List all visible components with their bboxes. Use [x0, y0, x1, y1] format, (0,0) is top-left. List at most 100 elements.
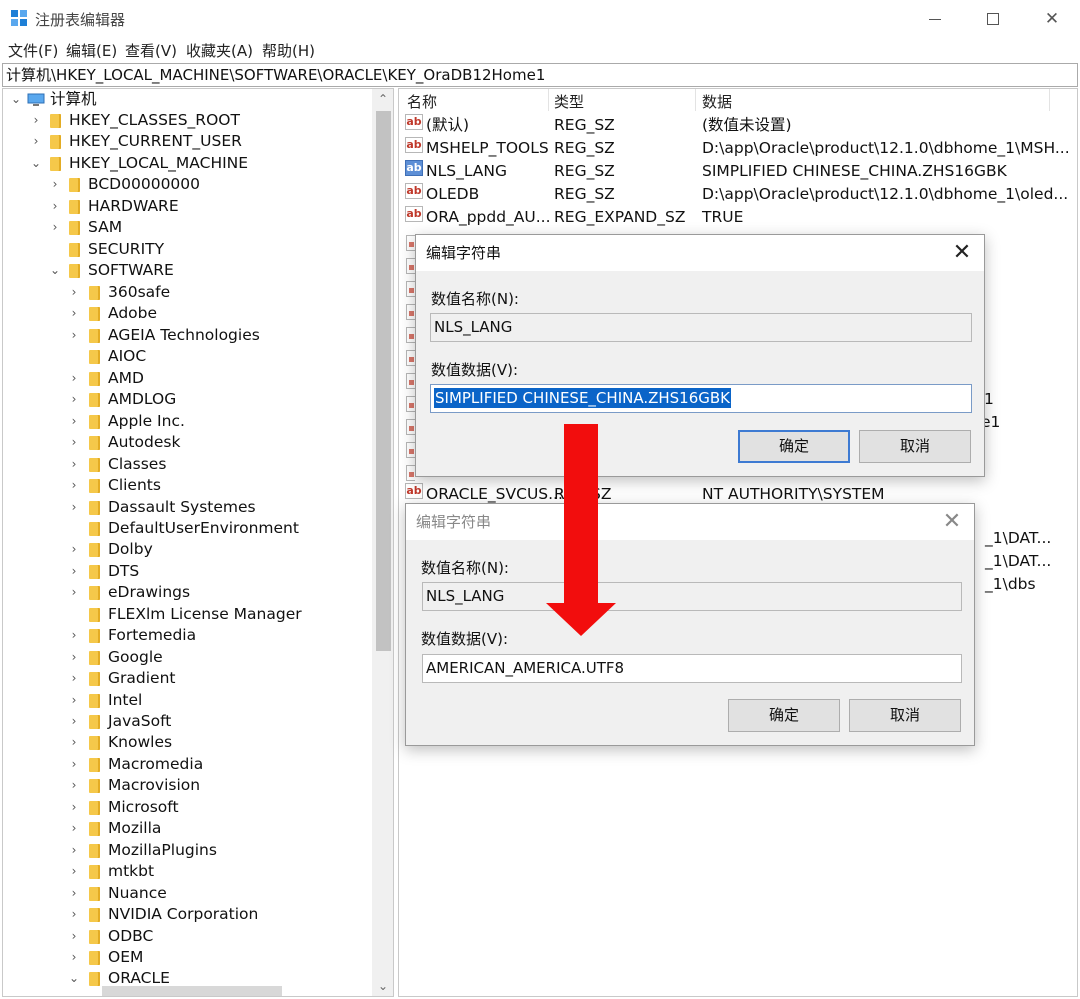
chevron-right-icon[interactable]: ›	[67, 861, 81, 882]
column-header-name[interactable]: 名称	[407, 91, 437, 112]
folder-icon	[89, 501, 100, 515]
chevron-down-icon[interactable]: ⌄	[29, 153, 43, 174]
value-row[interactable]: ab (默认) REG_SZ (数值未设置)	[399, 114, 1077, 137]
value-type: REG_SZ	[554, 116, 615, 134]
tree-pane[interactable]: ⌄ 计算机 › HKEY_CLASSES_ROOT › HKEY_CURRENT…	[2, 88, 394, 997]
chevron-right-icon[interactable]: ›	[29, 131, 43, 152]
folder-icon	[69, 200, 80, 214]
value-row[interactable]: ab ORA_ppdd_AU... REG_EXPAND_SZ TRUE	[399, 206, 1077, 229]
chevron-right-icon[interactable]: ›	[67, 411, 81, 432]
string-value-icon	[406, 350, 415, 366]
chevron-right-icon[interactable]: ›	[67, 497, 81, 518]
cancel-button[interactable]: 取消	[859, 430, 971, 463]
chevron-right-icon[interactable]: ›	[67, 711, 81, 732]
tree-label: DTS	[108, 562, 140, 580]
selected-text: SIMPLIFIED CHINESE_CHINA.ZHS16GBK	[434, 388, 732, 408]
menu-help[interactable]: 帮助(H)	[262, 40, 315, 61]
chevron-right-icon[interactable]: ›	[48, 174, 62, 195]
scrollbar-thumb[interactable]	[376, 111, 391, 651]
chevron-right-icon[interactable]: ›	[67, 561, 81, 582]
chevron-right-icon[interactable]: ›	[67, 797, 81, 818]
chevron-down-icon[interactable]: ⌄	[9, 89, 23, 110]
column-divider[interactable]	[548, 89, 549, 111]
value-data-input[interactable]: AMERICAN_AMERICA.UTF8	[422, 654, 962, 683]
dialog-title: 编辑字符串	[416, 235, 984, 271]
chevron-down-icon[interactable]: ⌄	[67, 968, 81, 989]
scroll-up-icon[interactable]: ⌃	[372, 89, 393, 109]
chevron-down-icon[interactable]: ⌄	[48, 260, 62, 281]
string-value-icon	[406, 258, 415, 274]
column-divider[interactable]	[695, 89, 696, 111]
chevron-right-icon[interactable]: ›	[67, 303, 81, 324]
column-divider[interactable]	[1049, 89, 1050, 111]
tree-label: FLEXlm License Manager	[108, 605, 302, 623]
minimize-button[interactable]	[912, 4, 958, 34]
chevron-right-icon[interactable]: ›	[67, 690, 81, 711]
menu-view[interactable]: 查看(V)	[125, 40, 177, 61]
ok-button[interactable]: 确定	[728, 699, 840, 732]
string-value-icon: ab	[405, 206, 423, 222]
tree-label: MozillaPlugins	[108, 841, 217, 859]
chevron-right-icon[interactable]: ›	[67, 947, 81, 968]
column-header-data[interactable]: 数据	[702, 91, 732, 112]
chevron-right-icon[interactable]: ›	[48, 196, 62, 217]
selected-tree-item[interactable]	[102, 986, 282, 996]
menu-favorites[interactable]: 收藏夹(A)	[186, 40, 253, 61]
tree-label: ODBC	[108, 927, 154, 945]
tree-label: Gradient	[108, 669, 176, 687]
value-row-selected[interactable]: ab NLS_LANG REG_SZ SIMPLIFIED CHINESE_CH…	[399, 160, 1077, 183]
tree-label: HKEY_CLASSES_ROOT	[69, 111, 240, 129]
chevron-right-icon[interactable]: ›	[67, 368, 81, 389]
maximize-button[interactable]	[970, 4, 1016, 34]
chevron-right-icon[interactable]: ›	[67, 475, 81, 496]
address-bar[interactable]: 计算机\HKEY_LOCAL_MACHINE\SOFTWARE\ORACLE\K…	[2, 63, 1078, 87]
menu-edit[interactable]: 编辑(E)	[66, 40, 117, 61]
value-data-label: 数值数据(V):	[421, 630, 509, 648]
tree-label: Autodesk	[108, 433, 181, 451]
ok-button[interactable]: 确定	[738, 430, 850, 463]
folder-icon	[89, 543, 100, 557]
chevron-right-icon[interactable]: ›	[67, 454, 81, 475]
folder-icon	[50, 114, 61, 128]
folder-icon	[89, 350, 100, 364]
chevron-right-icon[interactable]: ›	[67, 840, 81, 861]
value-row[interactable]: ab OLEDB REG_SZ D:\app\Oracle\product\12…	[399, 183, 1077, 206]
chevron-right-icon[interactable]: ›	[67, 732, 81, 753]
chevron-right-icon[interactable]: ›	[67, 625, 81, 646]
close-button[interactable]: ✕	[1029, 4, 1075, 34]
chevron-right-icon[interactable]: ›	[67, 647, 81, 668]
chevron-right-icon[interactable]: ›	[67, 926, 81, 947]
chevron-right-icon[interactable]: ›	[67, 539, 81, 560]
chevron-right-icon[interactable]: ›	[67, 432, 81, 453]
chevron-right-icon[interactable]: ›	[67, 883, 81, 904]
chevron-right-icon[interactable]: ›	[67, 668, 81, 689]
chevron-right-icon[interactable]: ›	[67, 818, 81, 839]
column-header-type[interactable]: 类型	[554, 91, 584, 112]
folder-icon	[89, 758, 100, 772]
tree-label: eDrawings	[108, 583, 191, 601]
chevron-right-icon[interactable]: ›	[67, 582, 81, 603]
value-row[interactable]: ab MSHELP_TOOLS REG_SZ D:\app\Oracle\pro…	[399, 137, 1077, 160]
chevron-right-icon[interactable]: ›	[48, 217, 62, 238]
chevron-right-icon[interactable]: ›	[67, 904, 81, 925]
folder-icon	[89, 908, 100, 922]
close-icon: ✕	[942, 509, 962, 534]
folder-icon	[69, 264, 80, 278]
chevron-right-icon[interactable]: ›	[29, 110, 43, 131]
chevron-right-icon[interactable]: ›	[67, 325, 81, 346]
chevron-right-icon[interactable]: ›	[67, 775, 81, 796]
menu-file[interactable]: 文件(F)	[8, 40, 58, 61]
scroll-down-icon[interactable]: ⌄	[372, 976, 393, 996]
chevron-right-icon[interactable]: ›	[67, 389, 81, 410]
chevron-right-icon[interactable]: ›	[67, 282, 81, 303]
value-data-input[interactable]: SIMPLIFIED CHINESE_CHINA.ZHS16GBK	[430, 384, 972, 413]
chevron-right-icon[interactable]: ›	[67, 754, 81, 775]
dialog-close-button[interactable]: ✕	[938, 508, 966, 536]
tree-label: Macrovision	[108, 776, 201, 794]
tree-scrollbar[interactable]: ⌃ ⌄	[372, 89, 393, 996]
folder-icon	[89, 307, 100, 321]
string-value-icon	[406, 419, 415, 435]
cancel-button[interactable]: 取消	[849, 699, 961, 732]
partial-value-data: 1	[984, 390, 994, 408]
dialog-close-button[interactable]: ✕	[948, 239, 976, 267]
